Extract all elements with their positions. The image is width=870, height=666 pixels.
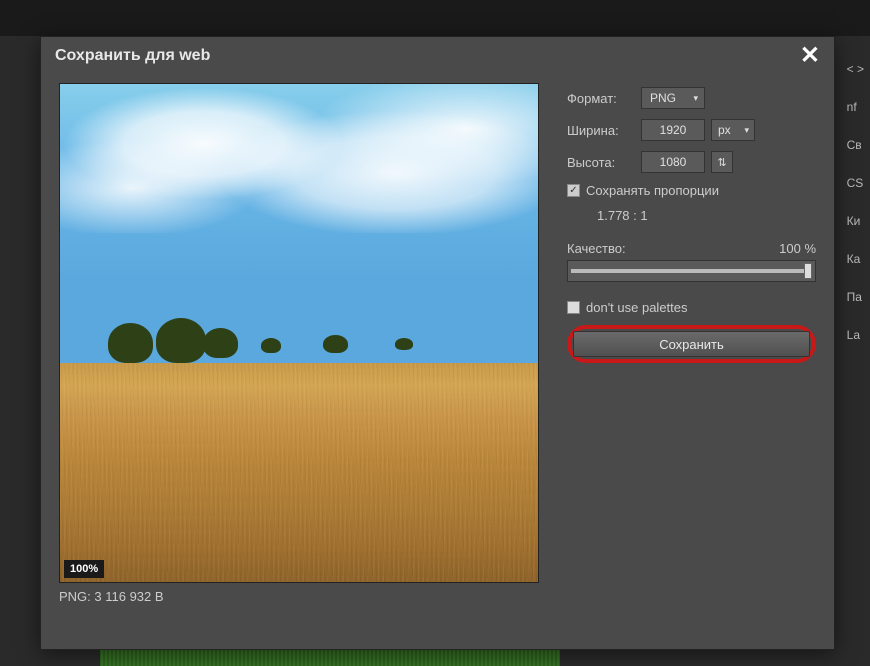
width-input[interactable]: 1920 bbox=[641, 119, 705, 141]
keep-ratio-label: Сохранять пропорции bbox=[586, 183, 719, 198]
save-for-web-dialog: Сохранить для web ✕ 100% PNG: 3 116 932 … bbox=[40, 36, 835, 650]
close-icon[interactable]: ✕ bbox=[800, 44, 820, 68]
zoom-badge[interactable]: 100% bbox=[64, 560, 104, 578]
format-select[interactable]: PNG bbox=[641, 87, 705, 109]
bg-grass bbox=[100, 648, 560, 666]
save-button-highlight: Сохранить bbox=[567, 325, 816, 363]
height-input[interactable]: 1080 bbox=[641, 151, 705, 173]
save-button[interactable]: Сохранить bbox=[573, 331, 810, 357]
bg-item: nf bbox=[843, 98, 868, 116]
quality-label: Качество: bbox=[567, 241, 626, 256]
bg-item: CS bbox=[843, 174, 868, 192]
aspect-ratio-text: 1.778 : 1 bbox=[597, 208, 816, 223]
bg-item: La bbox=[843, 326, 868, 344]
width-label: Ширина: bbox=[567, 123, 641, 138]
bg-item: Па bbox=[843, 288, 868, 306]
bg-item: Св bbox=[843, 136, 868, 154]
bg-item: Ки bbox=[843, 212, 868, 230]
height-label: Высота: bbox=[567, 155, 641, 170]
swap-dimensions-icon[interactable]: ⇅ bbox=[711, 151, 733, 173]
quality-value: 100 % bbox=[779, 241, 816, 256]
image-preview[interactable]: 100% bbox=[59, 83, 539, 583]
palettes-checkbox[interactable] bbox=[567, 301, 580, 314]
dialog-title: Сохранить для web bbox=[55, 47, 210, 65]
format-label: Формат: bbox=[567, 91, 641, 106]
keep-ratio-checkbox[interactable]: ✓ bbox=[567, 184, 580, 197]
bg-item: < > bbox=[843, 60, 868, 78]
bg-item: Ка bbox=[843, 250, 868, 268]
quality-slider[interactable] bbox=[567, 260, 816, 282]
filesize-text: PNG: 3 116 932 B bbox=[59, 589, 539, 604]
width-unit-select[interactable]: px bbox=[711, 119, 755, 141]
palettes-label: don't use palettes bbox=[586, 300, 688, 315]
slider-thumb[interactable] bbox=[804, 263, 812, 279]
